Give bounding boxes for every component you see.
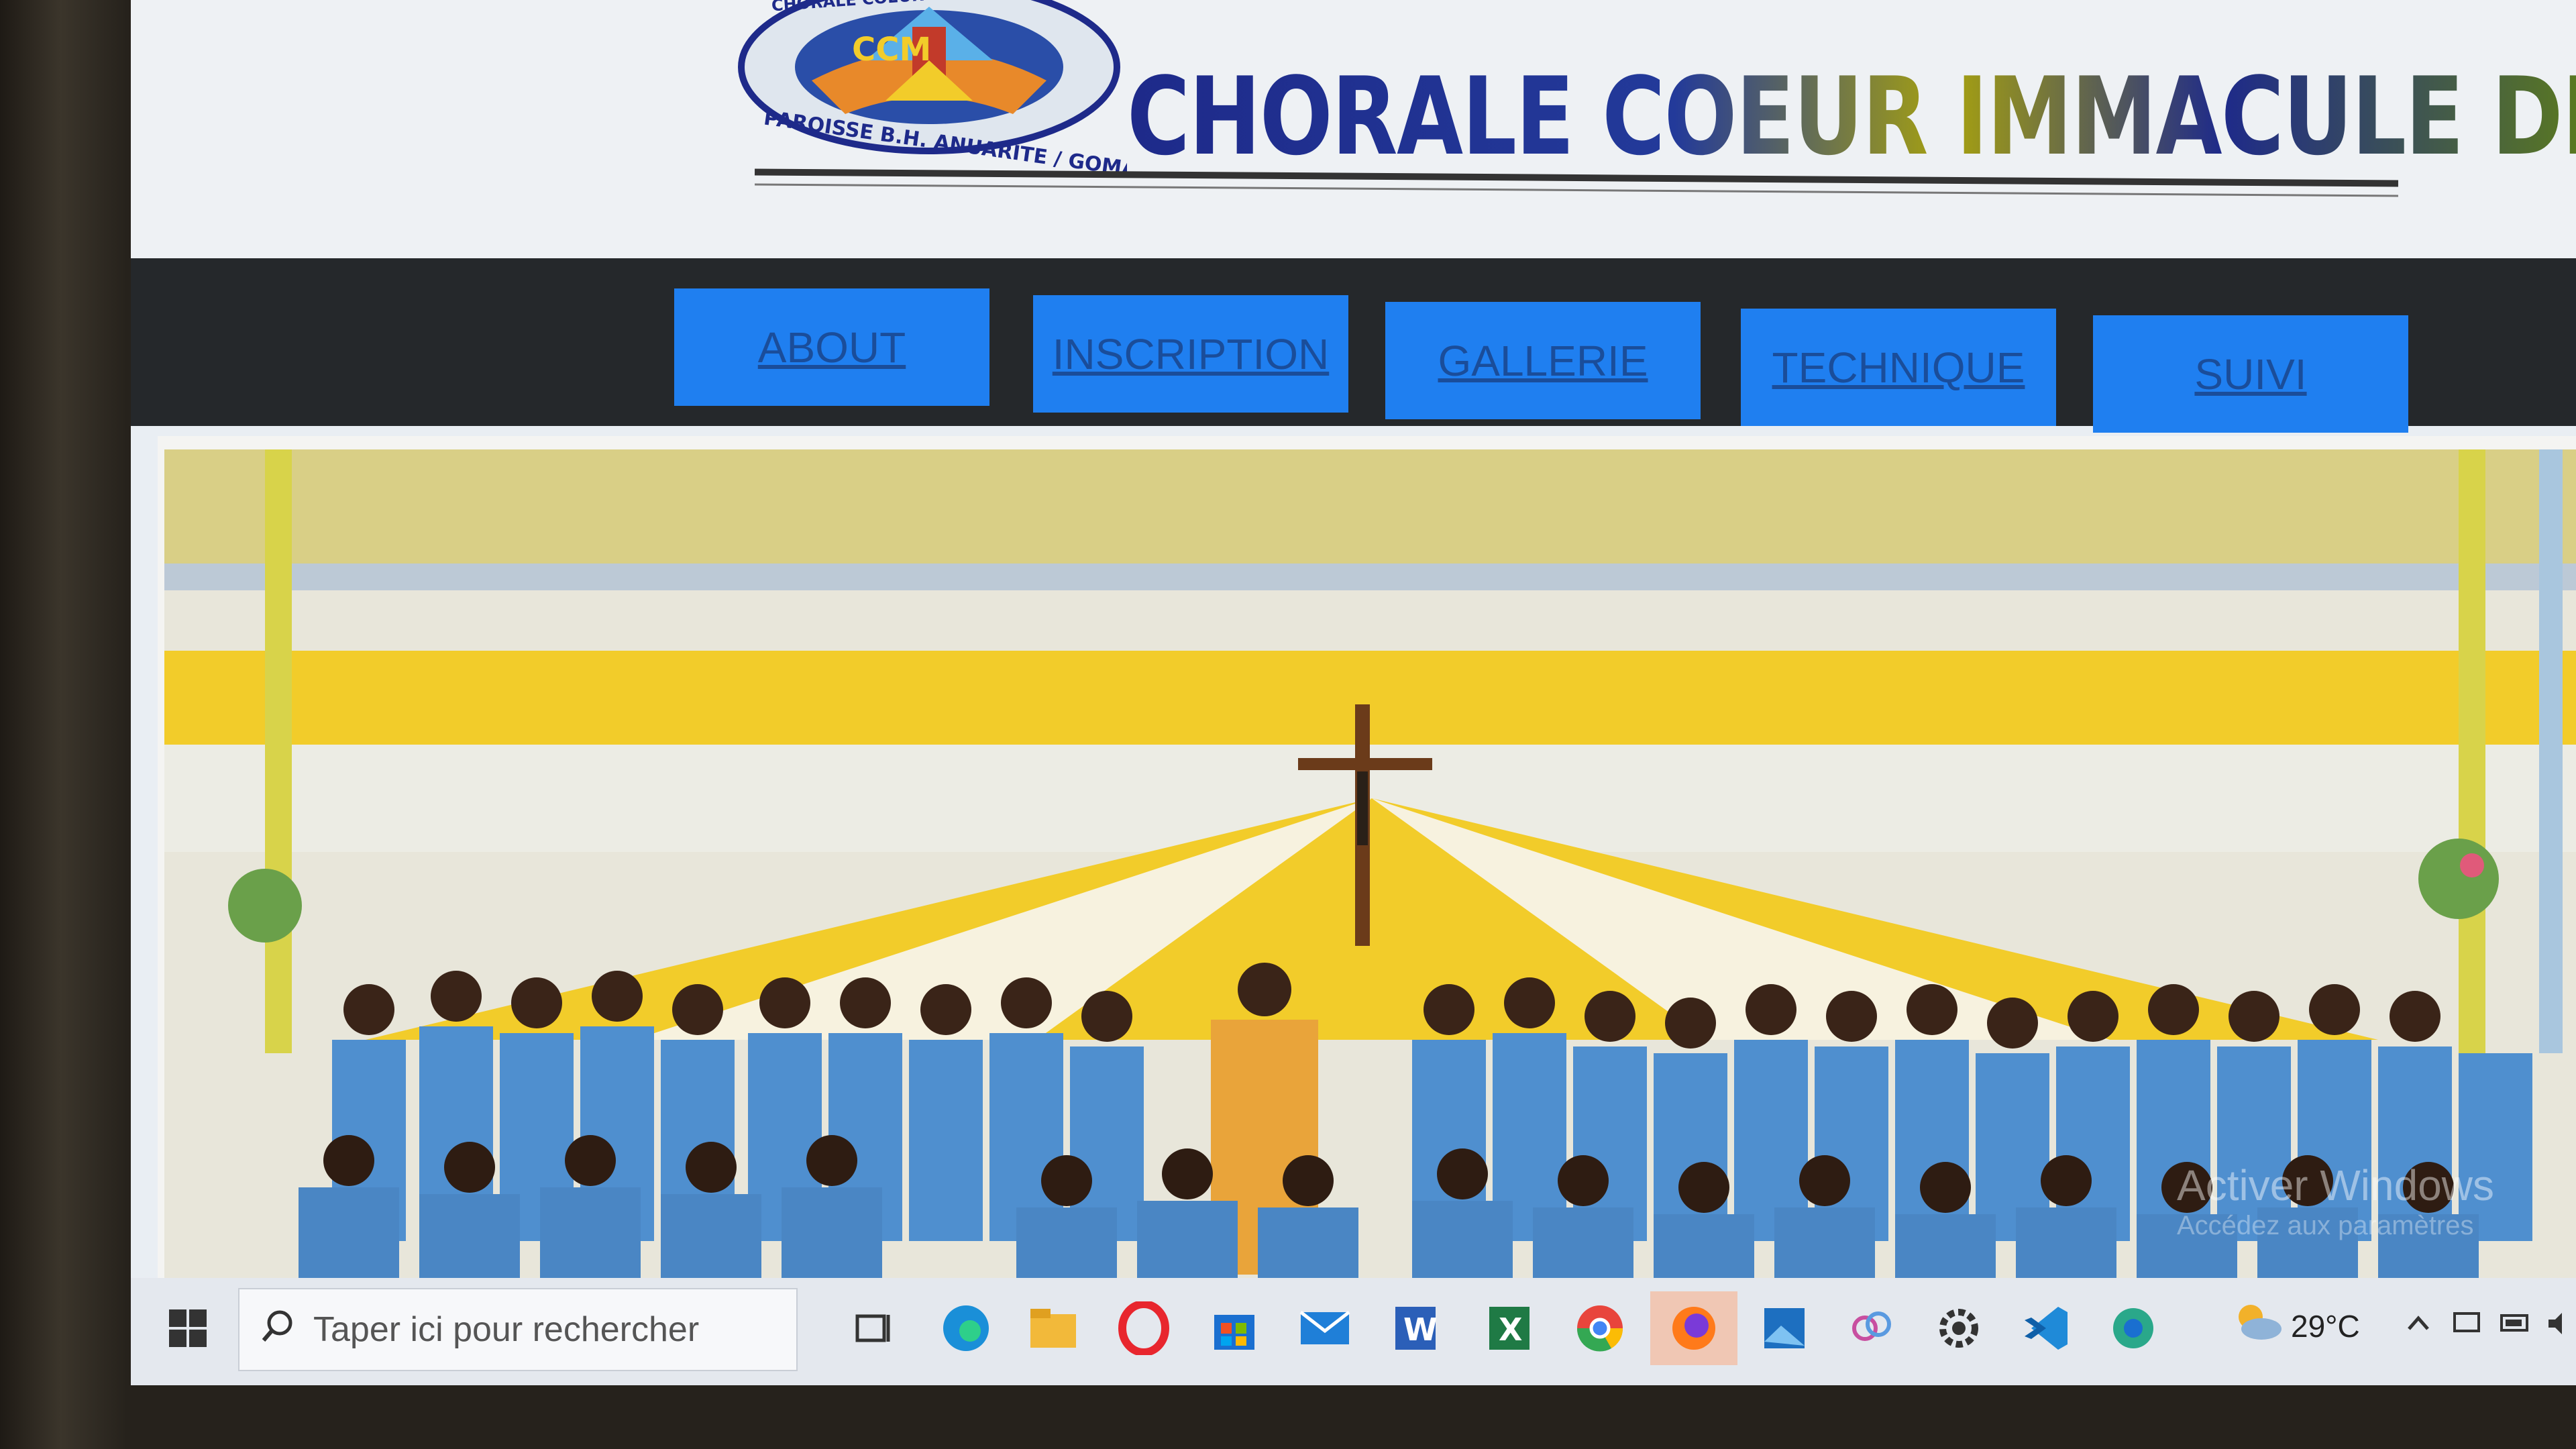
excel-icon[interactable]: X bbox=[1472, 1291, 1546, 1365]
site-title: CHORALE COEUR IMMACULE DE MARIE bbox=[1127, 54, 2576, 179]
main-navbar: ABOUT INSCRIPTION GALLERIE TECHNIQUE SUI… bbox=[131, 258, 2576, 433]
svg-text:X: X bbox=[1499, 1311, 1522, 1348]
file-explorer-icon[interactable] bbox=[1016, 1291, 1090, 1365]
edge-icon[interactable] bbox=[929, 1291, 1003, 1365]
photos-icon[interactable] bbox=[1748, 1291, 1821, 1365]
nav-technique[interactable]: TECHNIQUE bbox=[1741, 309, 2056, 426]
windows-start-icon[interactable] bbox=[151, 1291, 225, 1365]
taskbar-search-box[interactable]: Taper ici pour rechercher bbox=[238, 1288, 798, 1371]
activate-windows-watermark: Activer Windows bbox=[2177, 1161, 2494, 1210]
choir-logo: CCM PAROISSE B.H. ANUARITE / GOMA CHORAL… bbox=[738, 0, 1127, 174]
nav-gallerie[interactable]: GALLERIE bbox=[1385, 302, 1701, 419]
logo-letters: CCM bbox=[852, 31, 931, 68]
task-view-icon[interactable] bbox=[835, 1291, 909, 1365]
nav-inscription[interactable]: INSCRIPTION bbox=[1033, 295, 1348, 413]
paint-icon[interactable] bbox=[1835, 1291, 1909, 1365]
battery-icon[interactable] bbox=[2499, 1308, 2532, 1344]
mail-icon[interactable] bbox=[1288, 1291, 1362, 1365]
opera-icon[interactable] bbox=[1107, 1291, 1181, 1365]
settings-icon[interactable] bbox=[1922, 1291, 1996, 1365]
display-icon[interactable] bbox=[2452, 1308, 2481, 1345]
header-divider-thin bbox=[755, 183, 2398, 197]
vscode-icon[interactable] bbox=[2009, 1291, 2083, 1365]
word-icon[interactable]: W bbox=[1379, 1291, 1452, 1365]
search-icon bbox=[260, 1308, 296, 1348]
windows-taskbar: Taper ici pour rechercher W X 29°C bbox=[131, 1278, 2576, 1385]
chrome-icon[interactable] bbox=[1563, 1291, 1637, 1365]
store-icon[interactable] bbox=[1197, 1291, 1271, 1365]
nav-suivi[interactable]: SUIVI bbox=[2093, 315, 2408, 433]
site-header: CCM PAROISSE B.H. ANUARITE / GOMA CHORAL… bbox=[131, 0, 2576, 258]
network-app-icon[interactable] bbox=[2096, 1291, 2170, 1365]
nav-about[interactable]: ABOUT bbox=[674, 288, 989, 406]
firefox-icon[interactable] bbox=[1650, 1291, 1737, 1365]
weather-icon[interactable] bbox=[2231, 1298, 2284, 1352]
speaker-icon[interactable] bbox=[2546, 1308, 2573, 1344]
svg-text:W: W bbox=[1403, 1311, 1438, 1348]
temperature-label: 29°C bbox=[2291, 1309, 2360, 1344]
chevron-up-icon[interactable] bbox=[2405, 1308, 2432, 1344]
search-placeholder: Taper ici pour rechercher bbox=[313, 1310, 700, 1349]
activate-windows-subtext: Accédez aux paramètres bbox=[2177, 1211, 2474, 1240]
browser-viewport: CCM PAROISSE B.H. ANUARITE / GOMA CHORAL… bbox=[131, 0, 2576, 1382]
